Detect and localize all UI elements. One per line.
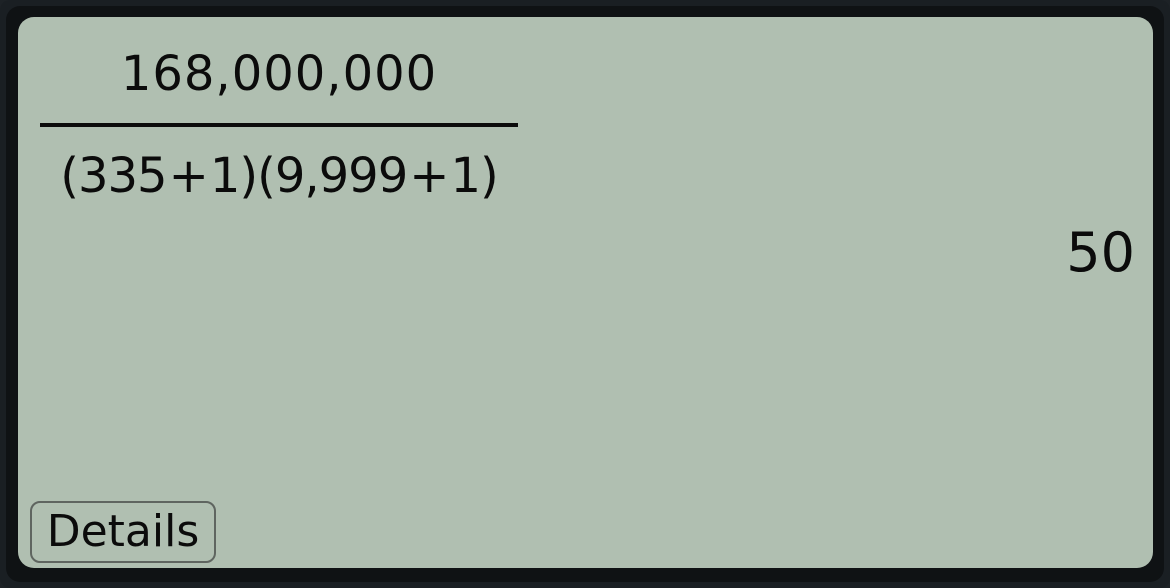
- denominator-term-b: 1: [209, 148, 241, 204]
- fraction-numerator: 168,000,000: [120, 46, 438, 102]
- open-paren-1: (: [60, 148, 79, 204]
- details-button[interactable]: Details: [30, 501, 216, 563]
- fraction-bar: [40, 123, 518, 127]
- open-paren-2: (: [257, 148, 276, 204]
- fraction-denominator: (335+1)(9,999+1): [40, 147, 518, 205]
- calculator-display: 168,000,000 (335+1)(9,999+1) 50 Details: [18, 17, 1153, 568]
- denominator-term-c: 9,999: [274, 148, 408, 204]
- close-paren-2: ): [480, 148, 499, 204]
- plus-operator-2: +: [409, 148, 449, 204]
- result-value: 50: [1066, 221, 1135, 284]
- denominator-term-d: 1: [450, 148, 481, 204]
- denominator-term-a: 335: [77, 148, 168, 204]
- plus-operator-1: +: [168, 148, 209, 204]
- close-paren-1: ): [239, 148, 258, 204]
